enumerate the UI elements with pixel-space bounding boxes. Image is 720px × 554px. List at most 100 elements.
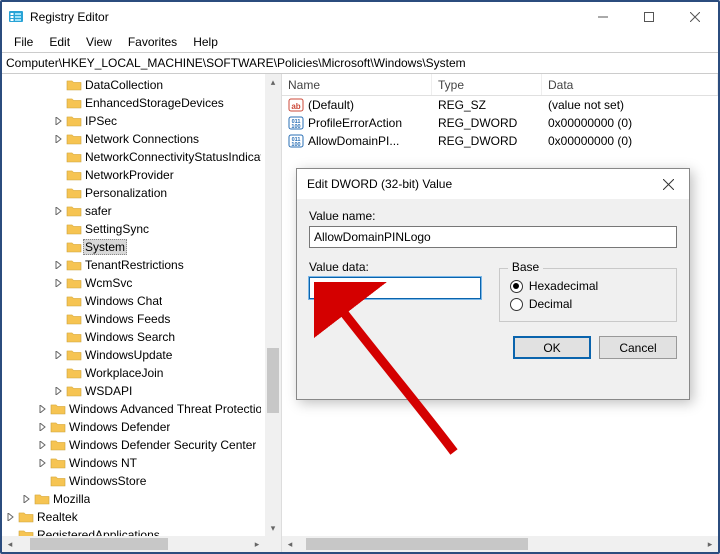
expander-icon[interactable] bbox=[52, 132, 66, 146]
tree-item-label: WindowsUpdate bbox=[85, 348, 172, 362]
scroll-down-icon[interactable]: ▾ bbox=[265, 520, 281, 536]
expander-icon[interactable] bbox=[52, 258, 66, 272]
expander-icon[interactable] bbox=[4, 510, 18, 524]
tree-item-label: WSDAPI bbox=[85, 384, 132, 398]
menu-edit[interactable]: Edit bbox=[41, 33, 78, 51]
tree-item-label: WcmSvc bbox=[85, 276, 132, 290]
expander-icon[interactable] bbox=[20, 492, 34, 506]
value-name: ProfileErrorAction bbox=[308, 116, 402, 130]
tree-item-label: System bbox=[83, 239, 127, 255]
tree-horizontal-scrollbar[interactable]: ◂ ▸ bbox=[2, 536, 265, 552]
folder-icon bbox=[50, 474, 66, 488]
expander-icon[interactable] bbox=[52, 204, 66, 218]
column-data[interactable]: Data bbox=[542, 74, 718, 95]
registry-tree[interactable]: DataCollectionEnhancedStorageDevicesIPSe… bbox=[2, 74, 265, 536]
tree-item[interactable]: WSDAPI bbox=[2, 382, 265, 400]
folder-icon bbox=[66, 366, 82, 380]
expander-icon[interactable] bbox=[36, 420, 50, 434]
value-data-label: Value data: bbox=[309, 260, 481, 274]
dialog-titlebar[interactable]: Edit DWORD (32-bit) Value bbox=[297, 169, 689, 199]
tree-item[interactable]: WindowsUpdate bbox=[2, 346, 265, 364]
dialog-close-button[interactable] bbox=[647, 169, 689, 199]
close-button[interactable] bbox=[672, 2, 718, 32]
tree-item[interactable]: NetworkProvider bbox=[2, 166, 265, 184]
expander-icon[interactable] bbox=[36, 456, 50, 470]
tree-item[interactable]: EnhancedStorageDevices bbox=[2, 94, 265, 112]
window-title: Registry Editor bbox=[30, 10, 109, 24]
tree-item[interactable]: System bbox=[2, 238, 265, 256]
folder-icon bbox=[66, 222, 82, 236]
radio-hexadecimal[interactable]: Hexadecimal bbox=[510, 279, 666, 293]
tree-item[interactable]: Mozilla bbox=[2, 490, 265, 508]
column-name[interactable]: Name bbox=[282, 74, 432, 95]
expander-icon[interactable] bbox=[36, 402, 50, 416]
scroll-right-icon[interactable]: ▸ bbox=[702, 536, 718, 552]
maximize-button[interactable] bbox=[626, 2, 672, 32]
expander-icon[interactable] bbox=[52, 276, 66, 290]
tree-item[interactable]: WorkplaceJoin bbox=[2, 364, 265, 382]
menu-help[interactable]: Help bbox=[185, 33, 226, 51]
tree-item[interactable]: WcmSvc bbox=[2, 274, 265, 292]
tree-item[interactable]: DataCollection bbox=[2, 76, 265, 94]
tree-item[interactable]: Personalization bbox=[2, 184, 265, 202]
list-body[interactable]: ab(Default)REG_SZ(value not set)011100 Pr… bbox=[282, 96, 718, 150]
minimize-button[interactable] bbox=[580, 2, 626, 32]
value-name-input[interactable] bbox=[309, 226, 677, 248]
tree-item[interactable]: SettingSync bbox=[2, 220, 265, 238]
folder-icon bbox=[18, 528, 34, 536]
tree-item[interactable]: IPSec bbox=[2, 112, 265, 130]
tree-vertical-scrollbar[interactable]: ▴ ▾ bbox=[265, 74, 281, 536]
menu-file[interactable]: File bbox=[6, 33, 41, 51]
menu-favorites[interactable]: Favorites bbox=[120, 33, 185, 51]
menu-view[interactable]: View bbox=[78, 33, 120, 51]
list-row[interactable]: 011100ProfileErrorActionREG_DWORD0x00000… bbox=[282, 114, 718, 132]
radio-decimal[interactable]: Decimal bbox=[510, 297, 666, 311]
tree-item[interactable]: Windows Defender Security Center bbox=[2, 436, 265, 454]
scroll-left-icon[interactable]: ◂ bbox=[2, 536, 18, 552]
tree-item[interactable]: Windows Chat bbox=[2, 292, 265, 310]
ok-button[interactable]: OK bbox=[513, 336, 591, 359]
expander-icon[interactable] bbox=[52, 114, 66, 128]
tree-item[interactable]: NetworkConnectivityStatusIndicator bbox=[2, 148, 265, 166]
scroll-up-icon[interactable]: ▴ bbox=[265, 74, 281, 90]
value-data-input[interactable] bbox=[309, 277, 481, 299]
folder-icon bbox=[50, 456, 66, 470]
list-row[interactable]: ab(Default)REG_SZ(value not set) bbox=[282, 96, 718, 114]
tree-item[interactable]: Windows Search bbox=[2, 328, 265, 346]
tree-pane: DataCollectionEnhancedStorageDevicesIPSe… bbox=[2, 74, 282, 552]
folder-icon bbox=[66, 384, 82, 398]
scroll-right-icon[interactable]: ▸ bbox=[249, 536, 265, 552]
tree-item[interactable]: safer bbox=[2, 202, 265, 220]
base-group-label: Base bbox=[508, 260, 543, 274]
expander-icon[interactable] bbox=[52, 348, 66, 362]
value-type: REG_DWORD bbox=[432, 134, 542, 148]
tree-item[interactable]: RegisteredApplications bbox=[2, 526, 265, 536]
address-bar[interactable]: Computer\HKEY_LOCAL_MACHINE\SOFTWARE\Pol… bbox=[2, 52, 718, 74]
folder-icon bbox=[66, 150, 82, 164]
folder-icon bbox=[66, 312, 82, 326]
folder-icon bbox=[66, 258, 82, 272]
tree-item[interactable]: Realtek bbox=[2, 508, 265, 526]
folder-icon bbox=[50, 402, 66, 416]
folder-icon bbox=[66, 132, 82, 146]
tree-item[interactable]: TenantRestrictions bbox=[2, 256, 265, 274]
expander-icon[interactable] bbox=[52, 384, 66, 398]
folder-icon bbox=[66, 276, 82, 290]
tree-item[interactable]: WindowsStore bbox=[2, 472, 265, 490]
tree-item[interactable]: Network Connections bbox=[2, 130, 265, 148]
tree-item[interactable]: Windows Advanced Threat Protection bbox=[2, 400, 265, 418]
tree-item[interactable]: Windows Defender bbox=[2, 418, 265, 436]
dword-value-icon: 011100 bbox=[288, 115, 304, 131]
tree-item[interactable]: Windows Feeds bbox=[2, 310, 265, 328]
cancel-button[interactable]: Cancel bbox=[599, 336, 677, 359]
value-data: (value not set) bbox=[542, 98, 718, 112]
menubar: File Edit View Favorites Help bbox=[2, 32, 718, 52]
tree-item-label: NetworkConnectivityStatusIndicator bbox=[85, 150, 261, 164]
edit-dword-dialog: Edit DWORD (32-bit) Value Value name: Va… bbox=[296, 168, 690, 400]
column-type[interactable]: Type bbox=[432, 74, 542, 95]
tree-item[interactable]: Windows NT bbox=[2, 454, 265, 472]
list-row[interactable]: 011100AllowDomainPI...REG_DWORD0x0000000… bbox=[282, 132, 718, 150]
list-horizontal-scrollbar[interactable]: ◂ ▸ bbox=[282, 536, 718, 552]
expander-icon[interactable] bbox=[36, 438, 50, 452]
scroll-left-icon[interactable]: ◂ bbox=[282, 536, 298, 552]
